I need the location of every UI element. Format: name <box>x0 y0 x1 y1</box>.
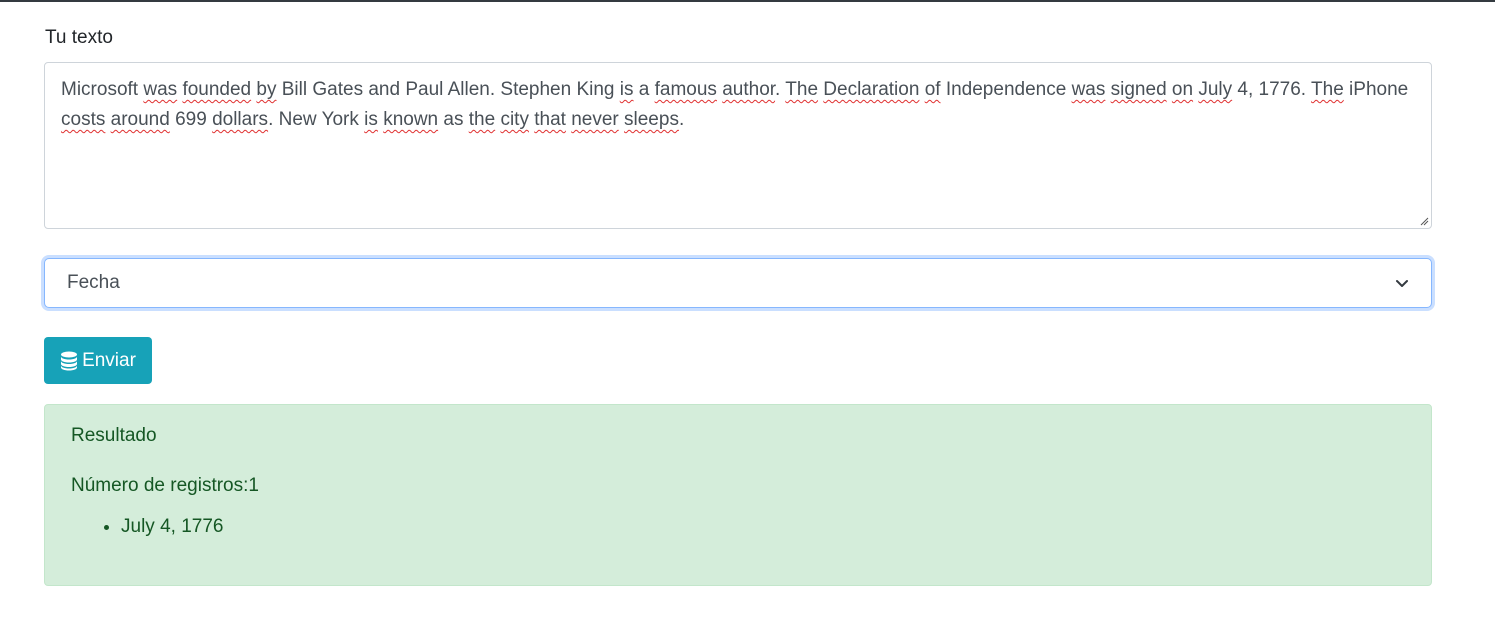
misspelled-word: was <box>1071 79 1106 100</box>
misspelled-word: July <box>1198 79 1233 100</box>
result-title: Resultado <box>71 425 157 446</box>
misspelled-word: by <box>256 79 277 100</box>
misspelled-word: city <box>500 109 529 130</box>
type-select-value: Fecha <box>67 272 120 293</box>
misspelled-word: Declaration <box>823 79 920 100</box>
text-segment: . New York <box>268 109 365 130</box>
database-icon <box>61 351 78 370</box>
misspelled-word: signed <box>1110 79 1167 100</box>
submit-button-label: Enviar <box>82 349 136 371</box>
text-segment: as <box>438 109 469 130</box>
misspelled-word: never <box>571 109 619 130</box>
text-segment: iPhone <box>1343 79 1409 100</box>
misspelled-word: around <box>110 109 170 130</box>
misspelled-word: famous <box>654 79 717 100</box>
misspelled-word: known <box>383 109 439 130</box>
text-label: Tu texto <box>45 27 113 48</box>
misspelled-word: sleeps <box>624 109 679 130</box>
text-segment: 699 <box>169 109 213 130</box>
result-count: Número de registros:1 <box>71 475 259 496</box>
misspelled-word: The <box>785 79 819 100</box>
text-segment: Microsoft <box>61 79 144 100</box>
text-input[interactable]: Microsoft was founded by Bill Gates and … <box>44 62 1432 229</box>
misspelled-word: the <box>468 109 496 130</box>
resize-handle-icon[interactable] <box>1419 216 1429 226</box>
text-segment: Bill Gates and Paul Allen. Stephen King <box>276 79 620 100</box>
misspelled-word: The <box>1311 79 1344 100</box>
text-segment: a <box>633 79 655 100</box>
misspelled-word: is <box>364 109 378 130</box>
top-border <box>0 0 1495 2</box>
result-list: July 4, 1776 <box>71 513 223 541</box>
text-segment: Independence <box>940 79 1072 100</box>
result-item: July 4, 1776 <box>121 513 223 541</box>
misspelled-word: that <box>534 109 566 130</box>
misspelled-word: on <box>1171 79 1194 100</box>
text-segment: . <box>775 79 786 100</box>
misspelled-word: author <box>722 79 776 100</box>
misspelled-word: of <box>924 79 941 100</box>
misspelled-word: was <box>143 79 178 100</box>
misspelled-word: costs <box>61 109 106 130</box>
text-input-value: Microsoft was founded by Bill Gates and … <box>61 79 1408 130</box>
text-segment: 4, 1776. <box>1232 79 1312 100</box>
misspelled-word: is <box>619 79 634 100</box>
chevron-down-icon <box>1396 280 1408 287</box>
text-segment: . <box>678 109 685 130</box>
type-select[interactable]: Fecha <box>44 258 1432 308</box>
result-alert: Resultado Número de registros:1 July 4, … <box>44 404 1432 586</box>
misspelled-word: dollars <box>212 109 269 130</box>
misspelled-word: founded <box>182 79 252 100</box>
submit-button[interactable]: Enviar <box>44 337 152 384</box>
